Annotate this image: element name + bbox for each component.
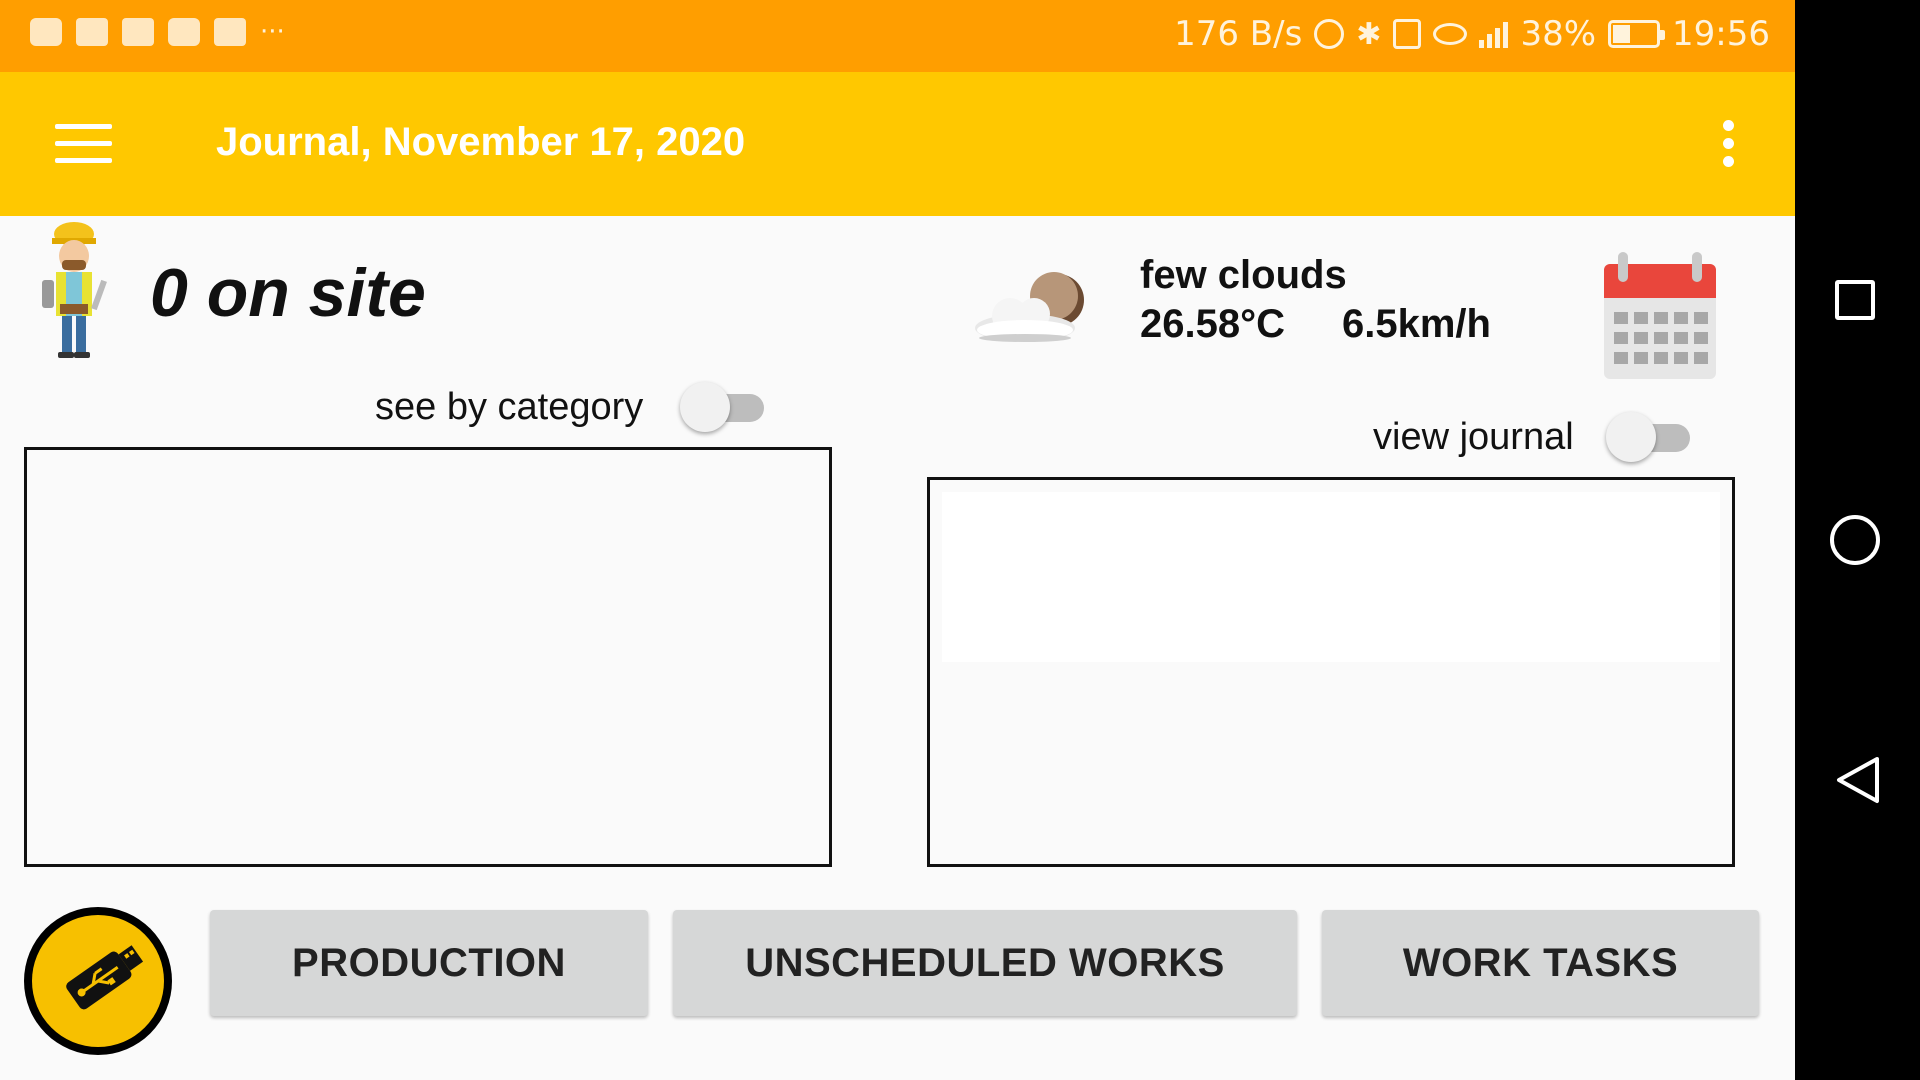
work-tasks-button[interactable]: WORK TASKS — [1322, 910, 1759, 1016]
system-status: 176 B/s ✱ 38% 19:56 — [1174, 14, 1770, 54]
usb-sync-button[interactable] — [24, 907, 172, 1055]
battery-percent: 38% — [1520, 14, 1597, 54]
hotspot-icon — [1314, 19, 1345, 49]
battery-icon — [1608, 20, 1666, 48]
view-journal-toggle[interactable] — [1606, 412, 1696, 462]
onsite-count: 0 on site — [150, 255, 426, 331]
net-speed: 176 B/s — [1174, 14, 1303, 54]
eye-comfort-icon — [1433, 23, 1468, 45]
system-nav-bar — [1795, 0, 1920, 1080]
mail-icon — [76, 18, 108, 46]
unscheduled-works-button[interactable]: UNSCHEDULED WORKS — [673, 910, 1297, 1016]
calendar-small-icon — [214, 18, 246, 46]
page-title: Journal, November 17, 2020 — [216, 120, 746, 164]
view-journal-label: view journal — [1373, 416, 1574, 458]
worker-avatar-icon — [42, 222, 107, 358]
back-button[interactable] — [1833, 755, 1883, 805]
nfc-icon — [1393, 19, 1422, 49]
usb-icon — [66, 945, 144, 1010]
overflow-menu-icon[interactable] — [1718, 120, 1738, 170]
home-button[interactable] — [1830, 515, 1880, 565]
bluetooth-icon: ✱ — [1356, 16, 1382, 52]
weather-description: few clouds — [1140, 253, 1347, 297]
recents-button[interactable] — [1835, 280, 1875, 320]
journal-list-panel[interactable] — [927, 477, 1735, 867]
category-list-panel[interactable] — [24, 447, 832, 867]
weather-temperature: 26.58°C — [1140, 302, 1285, 346]
weather-wind-speed: 6.5km/h — [1342, 302, 1491, 346]
clock: 19:56 — [1672, 14, 1770, 54]
notification-icons: ··· — [30, 18, 285, 46]
see-by-category-label: see by category — [375, 386, 644, 428]
production-button[interactable]: PRODUCTION — [210, 910, 648, 1016]
journal-list-item[interactable] — [942, 492, 1720, 662]
gmail-icon — [122, 18, 154, 46]
app-bar: Journal, November 17, 2020 — [0, 72, 1795, 216]
calendar-icon[interactable] — [1600, 250, 1720, 385]
status-bar: ··· 176 B/s ✱ 38% 19:56 — [0, 0, 1795, 72]
see-by-category-toggle[interactable] — [680, 382, 770, 432]
health-icon — [30, 18, 62, 46]
hamburger-menu-icon[interactable] — [55, 124, 112, 164]
few-clouds-icon — [975, 272, 1084, 342]
youtube-icon — [168, 18, 200, 46]
more-notifications: ··· — [260, 17, 285, 47]
signal-icon — [1479, 20, 1509, 48]
